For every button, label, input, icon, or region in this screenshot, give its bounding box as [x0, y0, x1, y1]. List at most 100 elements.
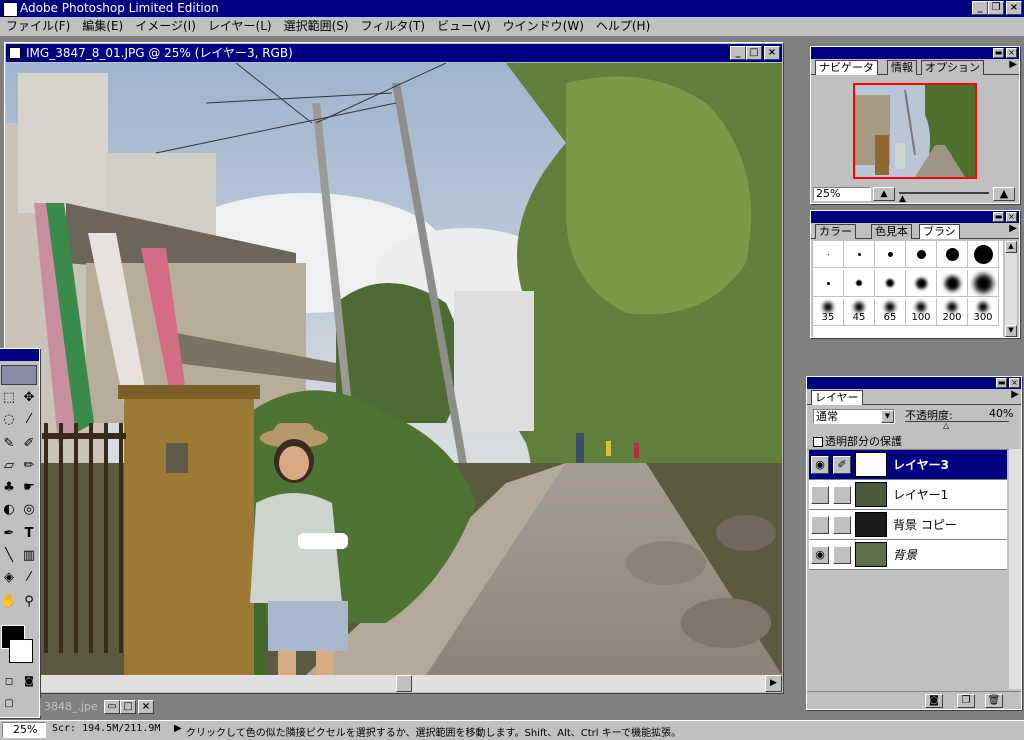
layer-row-bg-copy[interactable]: 背景 コピー [809, 510, 1007, 540]
brush-soft-3[interactable] [844, 270, 875, 297]
scroll-right-button[interactable]: ▶ [765, 675, 782, 692]
menu-select[interactable]: 選択範囲(S) [278, 17, 355, 35]
preserve-checkbox[interactable] [813, 437, 823, 447]
marquee-icon[interactable]: ⬚ [0, 389, 19, 409]
document-titlebar[interactable]: IMG_3847_8_01.JPG @ 25% (レイヤー3, RGB) _ □… [6, 44, 782, 62]
menu-layer[interactable]: レイヤー(L) [202, 17, 278, 35]
standard-mode-icon[interactable]: ◙ [19, 673, 39, 693]
brushes-titlebar[interactable]: ▬ × [811, 211, 1019, 223]
layer-row-3[interactable]: ◉ ✐ レイヤー3 [809, 450, 1007, 480]
status-arrow[interactable]: ▶ [174, 723, 182, 734]
tab-info[interactable]: 情報 [887, 60, 917, 75]
menu-image[interactable]: イメージ(I) [129, 17, 202, 35]
brush-9[interactable] [906, 241, 937, 268]
brush-soft-1[interactable] [813, 270, 844, 297]
brush-13[interactable] [937, 241, 968, 268]
doc-maximize-button[interactable]: □ [746, 46, 762, 60]
zoom-slider-thumb[interactable]: ▲ [899, 194, 906, 204]
link-toggle[interactable] [833, 546, 851, 564]
pen-icon[interactable]: ✒ [0, 525, 19, 545]
navigator-menu-arrow[interactable]: ▶ [1009, 59, 1017, 70]
background-color-swatch[interactable] [9, 639, 33, 663]
navigator-minimize-button[interactable]: ▬ [993, 48, 1004, 58]
lasso-icon[interactable]: ◌ [0, 411, 19, 431]
paintbrush-icon[interactable]: ✐ [19, 435, 39, 455]
screen-mode-icon[interactable]: ▢ [0, 695, 19, 715]
tab-options[interactable]: オプション [921, 60, 984, 75]
brush-200[interactable]: 200 [937, 299, 968, 326]
brushes-scroll-down[interactable]: ▼ [1005, 325, 1017, 337]
link-toggle[interactable] [833, 516, 851, 534]
horizontal-scrollbar[interactable]: ▶ [6, 675, 782, 692]
new-layer-icon[interactable]: ❐ [957, 694, 975, 708]
brushes-menu-arrow[interactable]: ▶ [1009, 223, 1017, 234]
status-zoom-field[interactable]: 25% [2, 722, 46, 738]
paint-bucket-icon[interactable]: ◈ [0, 569, 19, 589]
opacity-slider-thumb[interactable]: △ [943, 421, 949, 430]
brush-soft-9[interactable] [906, 270, 937, 297]
brush-45[interactable]: 45 [844, 299, 875, 326]
navigator-titlebar[interactable]: ▬ × [811, 47, 1019, 59]
layers-close-button[interactable]: × [1009, 378, 1020, 388]
menu-view[interactable]: ビュー(V) [431, 17, 497, 35]
menu-edit[interactable]: 編集(E) [76, 17, 129, 35]
airbrush-icon[interactable]: ✎ [0, 435, 19, 455]
minimized-document[interactable]: 3848_.jpe ▭ □ × [40, 698, 158, 716]
brush-1[interactable] [813, 241, 844, 268]
chevron-down-icon[interactable]: ▼ [881, 410, 894, 423]
brush-3[interactable] [844, 241, 875, 268]
quickmask-icon[interactable]: ◻ [0, 673, 19, 693]
eye-icon[interactable]: ◉ [811, 456, 829, 474]
brush-19[interactable] [968, 241, 999, 268]
zoom-out-button[interactable]: ▲ [873, 187, 895, 201]
dodge-icon[interactable]: ◐ [0, 501, 19, 521]
opacity-slider[interactable]: △ [905, 421, 1009, 430]
blend-mode-select[interactable]: 通常 ▼ [813, 409, 895, 424]
brushes-scroll-up[interactable]: ▲ [1005, 241, 1017, 253]
layer-row-bg[interactable]: ◉ 背景 [809, 540, 1007, 570]
hand-icon[interactable]: ✋ [0, 593, 19, 613]
app-minimize-button[interactable]: _ [972, 1, 988, 15]
paintbrush-icon[interactable]: ✐ [833, 456, 851, 474]
tab-color[interactable]: カラー [815, 224, 856, 239]
pencil-icon[interactable]: ✏ [19, 457, 39, 477]
navigator-zoom-field[interactable]: 25% [813, 187, 871, 201]
min-doc-close-button[interactable]: × [138, 700, 154, 714]
move-icon[interactable]: ✥ [19, 389, 39, 409]
brush-soft-13[interactable] [937, 270, 968, 297]
gradient-icon[interactable]: ▥ [19, 547, 39, 567]
layer-row-1[interactable]: レイヤー1 [809, 480, 1007, 510]
toolbox-titlebar[interactable] [0, 349, 39, 361]
navigator-close-button[interactable]: × [1006, 48, 1017, 58]
brush-soft-5[interactable] [875, 270, 906, 297]
brushes-close-button[interactable]: × [1006, 212, 1017, 222]
trash-icon[interactable]: 🗑 [985, 694, 1003, 708]
brush-65[interactable]: 65 [875, 299, 906, 326]
doc-close-button[interactable]: × [764, 46, 780, 60]
menu-help[interactable]: ヘルプ(H) [590, 17, 656, 35]
rubber-stamp-icon[interactable]: ♣ [0, 479, 19, 499]
visibility-toggle[interactable] [811, 486, 829, 504]
navigator-preview[interactable] [853, 83, 977, 179]
line-icon[interactable]: ╲ [0, 547, 19, 567]
zoom-icon[interactable]: ⚲ [19, 593, 39, 613]
layers-menu-arrow[interactable]: ▶ [1011, 389, 1019, 400]
brushes-scrollbar[interactable]: ▲ ▼ [1005, 241, 1017, 337]
eraser-icon[interactable]: ▱ [0, 457, 19, 477]
smudge-icon[interactable]: ☛ [19, 479, 39, 499]
layers-minimize-button[interactable]: ▬ [996, 378, 1007, 388]
brush-soft-19[interactable] [968, 270, 999, 297]
visibility-toggle[interactable] [811, 516, 829, 534]
layers-titlebar[interactable]: ▬ × [807, 377, 1021, 389]
min-doc-max-button[interactable]: □ [120, 700, 136, 714]
tab-layers[interactable]: レイヤー [811, 390, 863, 405]
tab-swatches[interactable]: 色見本 [871, 224, 912, 239]
eye-icon[interactable]: ◉ [811, 546, 829, 564]
menu-filter[interactable]: フィルタ(T) [355, 17, 431, 35]
sponge-icon[interactable]: ◎ [19, 501, 39, 521]
opacity-value[interactable]: 40% [989, 407, 1013, 420]
layers-scrollbar[interactable] [1009, 449, 1021, 689]
app-restore-button[interactable]: ❐ [988, 1, 1004, 15]
brush-35[interactable]: 35 [813, 299, 844, 326]
eyedropper-icon[interactable]: ⁄ [19, 569, 39, 589]
